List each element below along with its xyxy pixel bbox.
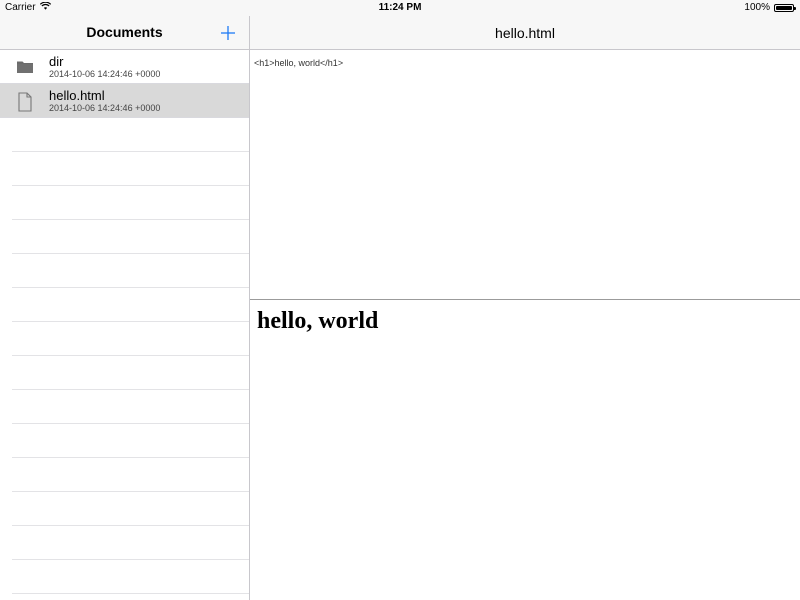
- html-preview: hello, world: [250, 300, 800, 343]
- empty-row: [12, 458, 249, 492]
- empty-row: [12, 356, 249, 390]
- status-bar: Carrier 11:24 PM 100%: [0, 0, 800, 16]
- source-editor[interactable]: <h1>hello, world</h1>: [250, 50, 800, 300]
- empty-row: [12, 254, 249, 288]
- empty-row: [12, 526, 249, 560]
- add-document-button[interactable]: [215, 20, 241, 46]
- empty-row: [12, 152, 249, 186]
- empty-row: [12, 220, 249, 254]
- empty-row: [12, 390, 249, 424]
- empty-row: [12, 288, 249, 322]
- empty-row: [12, 322, 249, 356]
- empty-row: [12, 424, 249, 458]
- battery-fill: [776, 5, 792, 10]
- source-text: <h1>hello, world</h1>: [254, 58, 344, 68]
- folder-icon: [16, 58, 34, 76]
- status-right: 100%: [744, 2, 796, 13]
- sidebar-title: Documents: [86, 24, 163, 40]
- file-row-hello-html[interactable]: hello.html 2014-10-06 14:24:46 +0000: [0, 84, 249, 118]
- document-detail-pane: hello.html <h1>hello, world</h1> hello, …: [250, 16, 800, 600]
- empty-row: [12, 186, 249, 220]
- document-icon: [16, 92, 34, 112]
- file-row-dir[interactable]: dir 2014-10-06 14:24:46 +0000: [0, 50, 249, 84]
- detail-navigation-bar: hello.html: [250, 16, 800, 50]
- file-date: 2014-10-06 14:24:46 +0000: [49, 69, 161, 79]
- sidebar-navigation-bar: Documents: [0, 16, 249, 50]
- file-name: dir: [49, 54, 64, 69]
- documents-sidebar: Documents dir 2014-10-06 14:24:46 +0000 …: [0, 16, 250, 600]
- plus-icon: [221, 26, 235, 40]
- preview-heading: hello, world: [257, 308, 379, 334]
- empty-row: [12, 492, 249, 526]
- empty-row: [12, 560, 249, 594]
- file-date: 2014-10-06 14:24:46 +0000: [49, 103, 161, 113]
- file-name: hello.html: [49, 88, 105, 103]
- document-title: hello.html: [495, 25, 555, 41]
- status-time: 11:24 PM: [378, 2, 422, 13]
- empty-row: [12, 118, 249, 152]
- battery-percent: 100%: [744, 2, 770, 13]
- battery-icon: [774, 3, 796, 12]
